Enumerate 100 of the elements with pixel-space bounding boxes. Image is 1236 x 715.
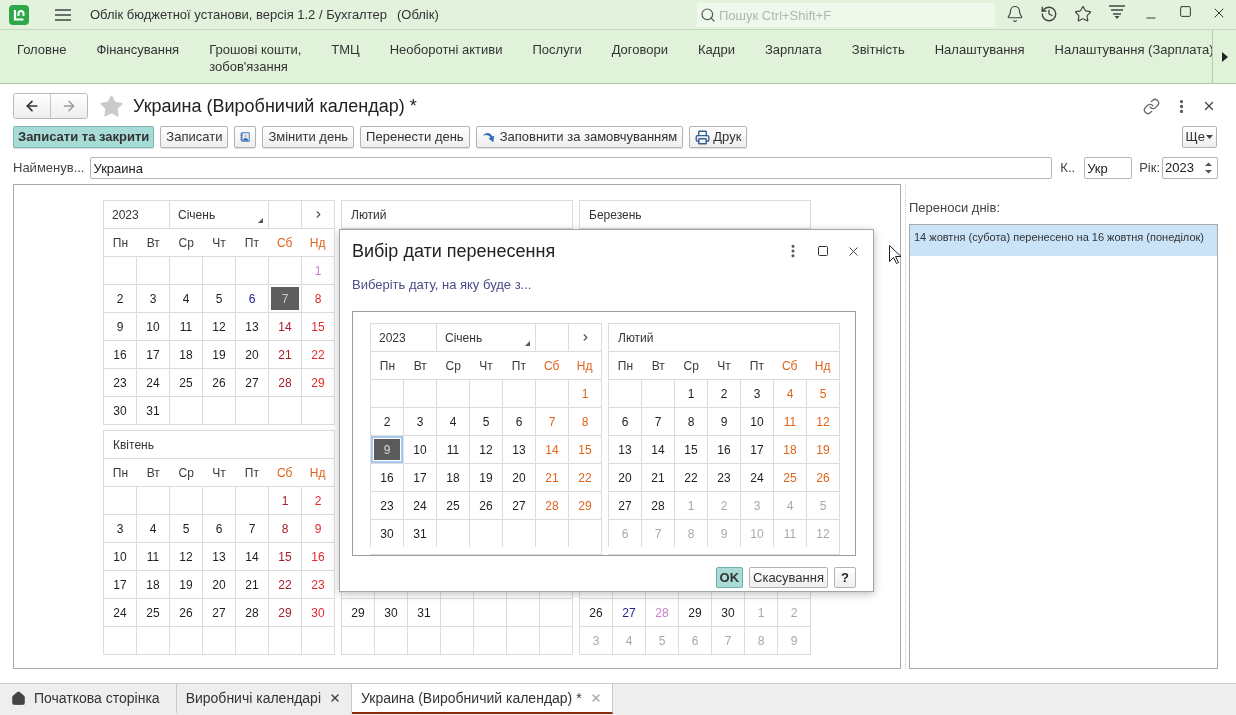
- calendar-day[interactable]: 8: [568, 407, 601, 435]
- calendar-day[interactable]: 5: [806, 379, 839, 407]
- calendar-day[interactable]: 16: [707, 435, 740, 463]
- calendar-day[interactable]: 22: [674, 463, 707, 491]
- calendar-day[interactable]: 19: [202, 340, 235, 368]
- section-link[interactable]: Необоротні активи: [374, 30, 518, 58]
- calendar-day[interactable]: 21: [535, 463, 568, 491]
- calendar-day[interactable]: 22: [301, 340, 334, 368]
- calendar-day[interactable]: 24: [740, 463, 773, 491]
- calendar-day[interactable]: 28: [535, 491, 568, 519]
- calendar-day[interactable]: 19: [469, 463, 502, 491]
- calendar-day[interactable]: 15: [568, 435, 601, 463]
- calendar-day[interactable]: 8: [674, 407, 707, 435]
- ok-button[interactable]: OK: [715, 567, 743, 588]
- calendar-day[interactable]: 5: [469, 407, 502, 435]
- section-link[interactable]: Договори: [596, 30, 683, 58]
- calendar-day[interactable]: 17: [403, 463, 436, 491]
- calendar-day[interactable]: 27: [612, 598, 645, 626]
- calendar-day[interactable]: 10: [403, 435, 436, 463]
- toolbar-button[interactable]: Перенести день: [360, 126, 470, 148]
- calendar-day[interactable]: 31: [136, 396, 169, 424]
- calendar-day[interactable]: 15: [301, 312, 334, 340]
- calendar-day[interactable]: 18: [436, 463, 469, 491]
- toolbar-button[interactable]: Змінити день: [262, 126, 355, 148]
- calendar-day[interactable]: 3: [136, 284, 169, 312]
- notifications-icon[interactable]: [1006, 4, 1024, 23]
- tab[interactable]: Украина (Виробничий календар) *: [352, 684, 613, 714]
- calendar-day[interactable]: 14: [641, 435, 674, 463]
- spin-arrows-icon[interactable]: [1204, 160, 1213, 176]
- section-link[interactable]: Послуги: [517, 30, 597, 58]
- toolbar-button[interactable]: Записати: [160, 126, 229, 148]
- section-link[interactable]: Налаштування: [919, 30, 1040, 58]
- calendar-day[interactable]: 16: [301, 542, 334, 570]
- maximize-icon[interactable]: [817, 245, 829, 257]
- calendar-day[interactable]: 11: [169, 312, 202, 340]
- calendar-day[interactable]: 26: [806, 463, 839, 491]
- calendar-day[interactable]: 24: [103, 598, 136, 626]
- calendar-day[interactable]: 13: [235, 312, 268, 340]
- calendar-day[interactable]: 26: [469, 491, 502, 519]
- calendar-day[interactable]: 2: [707, 379, 740, 407]
- year-field[interactable]: 2023: [1162, 157, 1218, 179]
- calendar-day[interactable]: 18: [169, 340, 202, 368]
- calendar-day[interactable]: 15: [268, 542, 301, 570]
- calendar-day[interactable]: 11: [773, 407, 806, 435]
- calendar-day[interactable]: 11: [436, 435, 469, 463]
- calendar-day[interactable]: 20: [502, 463, 535, 491]
- calendar-day[interactable]: 18: [136, 570, 169, 598]
- month-select[interactable]: Січень: [169, 200, 268, 228]
- calendar-day[interactable]: 10: [740, 407, 773, 435]
- calendar-day[interactable]: 7: [235, 514, 268, 542]
- calendar-day[interactable]: 13: [202, 542, 235, 570]
- calendar-day[interactable]: 15: [674, 435, 707, 463]
- calendar-day[interactable]: 21: [641, 463, 674, 491]
- calendar-day[interactable]: 16: [103, 340, 136, 368]
- calendar-day[interactable]: 2: [301, 486, 334, 514]
- calendar-day[interactable]: 30: [374, 598, 407, 626]
- calendar-day[interactable]: 25: [136, 598, 169, 626]
- calendar-day[interactable]: 7: [268, 284, 301, 312]
- calendar-day[interactable]: 17: [103, 570, 136, 598]
- more-button[interactable]: Ще: [1181, 126, 1217, 148]
- menu-icon[interactable]: [55, 8, 71, 21]
- calendar-day[interactable]: 10: [136, 312, 169, 340]
- calendar-day[interactable]: 30: [301, 598, 334, 626]
- calendar-day[interactable]: 8: [301, 284, 334, 312]
- calendar-day[interactable]: 28: [268, 368, 301, 396]
- calendar-day[interactable]: 29: [341, 598, 374, 626]
- calendar-day[interactable]: 8: [268, 514, 301, 542]
- calendar-day[interactable]: 9: [370, 435, 403, 463]
- calendar-day[interactable]: 9: [707, 407, 740, 435]
- calendar-day[interactable]: 1: [674, 379, 707, 407]
- calendar-day[interactable]: 10: [103, 542, 136, 570]
- calendar-day[interactable]: 25: [773, 463, 806, 491]
- calendar-day[interactable]: 3: [740, 379, 773, 407]
- calendar-day[interactable]: 25: [169, 368, 202, 396]
- calendar-day[interactable]: 20: [202, 570, 235, 598]
- calendar-day[interactable]: 4: [136, 514, 169, 542]
- close-icon[interactable]: [329, 692, 341, 704]
- calendar-day[interactable]: 19: [169, 570, 202, 598]
- calendar-day[interactable]: 4: [169, 284, 202, 312]
- calendar-day[interactable]: 29: [568, 491, 601, 519]
- calendar-day[interactable]: 29: [678, 598, 711, 626]
- transfer-row[interactable]: 14 жовтня (субота) перенесено на 16 жовтня (понеділок): [910, 225, 1217, 256]
- calendar-day[interactable]: 30: [103, 396, 136, 424]
- print-button[interactable]: Друк: [689, 126, 748, 148]
- calendar-day[interactable]: 31: [407, 598, 440, 626]
- calendar-day[interactable]: 9: [103, 312, 136, 340]
- code-field[interactable]: Укр: [1084, 157, 1133, 179]
- section-link[interactable]: Звітність: [836, 30, 920, 58]
- section-link[interactable]: Зарплата: [749, 30, 837, 58]
- calendar-day[interactable]: 22: [268, 570, 301, 598]
- calendar-day[interactable]: 23: [103, 368, 136, 396]
- calendar-day[interactable]: 20: [608, 463, 641, 491]
- calendar-day[interactable]: 12: [469, 435, 502, 463]
- calendar-day[interactable]: 24: [136, 368, 169, 396]
- calendar-day[interactable]: 31: [403, 519, 436, 547]
- calendar-day[interactable]: 23: [370, 491, 403, 519]
- help-button[interactable]: ?: [834, 567, 856, 588]
- calendar-day[interactable]: 25: [436, 491, 469, 519]
- calendar-day[interactable]: 1: [568, 379, 601, 407]
- name-field[interactable]: Украина: [90, 157, 1053, 179]
